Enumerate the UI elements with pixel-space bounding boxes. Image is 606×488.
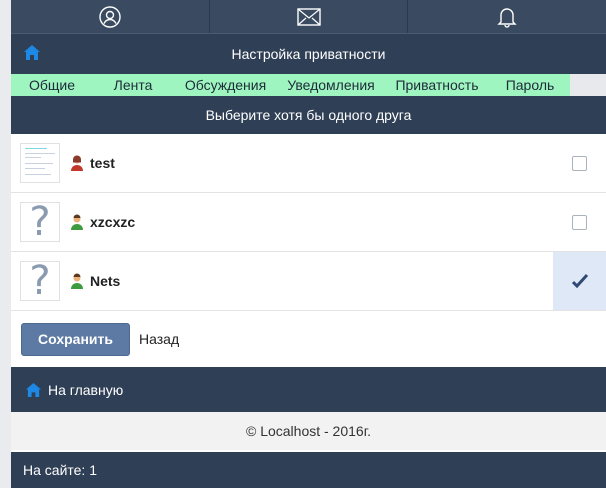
friend-row[interactable]: ? Nets bbox=[11, 252, 606, 311]
tab-discussions[interactable]: Обсуждения bbox=[173, 77, 278, 93]
friend-avatar: ? bbox=[20, 261, 60, 301]
title-bar: Настройка приватности bbox=[11, 33, 606, 74]
tab-notifications[interactable]: Уведомления bbox=[278, 77, 384, 93]
friend-name: test bbox=[90, 155, 115, 171]
user-icon bbox=[99, 5, 121, 28]
settings-tabs: Общие Лента Обсуждения Уведомления Прива… bbox=[11, 74, 570, 96]
tab-privacy[interactable]: Приватность bbox=[384, 77, 490, 93]
mail-icon bbox=[296, 7, 321, 26]
friend-checkbox[interactable] bbox=[553, 252, 606, 310]
user-male-icon bbox=[71, 273, 83, 289]
user-male-icon bbox=[71, 214, 83, 230]
save-button[interactable]: Сохранить bbox=[21, 322, 130, 356]
tab-general[interactable]: Общие bbox=[11, 77, 93, 93]
home-link-label: На главную bbox=[48, 381, 124, 398]
page: Настройка приватности Общие Лента Обсужд… bbox=[11, 0, 606, 488]
friend-row[interactable]: ? xzcxzc bbox=[11, 193, 606, 252]
tab-password[interactable]: Пароль bbox=[490, 77, 570, 93]
checkbox-empty bbox=[572, 214, 587, 230]
back-link[interactable]: Назад bbox=[139, 331, 179, 347]
question-mark-icon: ? bbox=[29, 258, 51, 304]
top-nav bbox=[11, 0, 606, 33]
user-female-icon bbox=[71, 155, 83, 171]
friend-avatar bbox=[20, 143, 60, 183]
home-link-bar[interactable]: На главную bbox=[11, 367, 606, 412]
checkbox-empty bbox=[572, 155, 587, 171]
friend-checkbox[interactable] bbox=[553, 134, 606, 192]
tabs-gap bbox=[570, 74, 606, 96]
online-count: На сайте: 1 bbox=[11, 452, 606, 488]
friend-name: xzcxzc bbox=[90, 214, 136, 230]
friend-row[interactable]: test bbox=[11, 134, 606, 193]
thumbnail-image bbox=[22, 145, 58, 181]
profile-nav-button[interactable] bbox=[11, 0, 210, 33]
tab-feed[interactable]: Лента bbox=[93, 77, 173, 93]
form-actions: Сохранить Назад bbox=[11, 311, 606, 367]
home-icon bbox=[25, 382, 42, 397]
question-mark-icon: ? bbox=[29, 199, 51, 245]
page-title: Настройка приватности bbox=[231, 46, 386, 62]
bell-icon bbox=[497, 7, 517, 28]
friend-name: Nets bbox=[90, 273, 121, 289]
notifications-nav-button[interactable] bbox=[408, 0, 606, 33]
friend-checkbox[interactable] bbox=[553, 193, 606, 251]
messages-nav-button[interactable] bbox=[210, 0, 409, 33]
select-friend-prompt: Выберите хотя бы одного друга bbox=[11, 96, 606, 134]
checkmark-icon bbox=[571, 274, 588, 288]
footer-copyright: © Localhost - 2016г. bbox=[11, 412, 606, 450]
friend-avatar: ? bbox=[20, 202, 60, 242]
home-icon[interactable] bbox=[23, 44, 41, 61]
